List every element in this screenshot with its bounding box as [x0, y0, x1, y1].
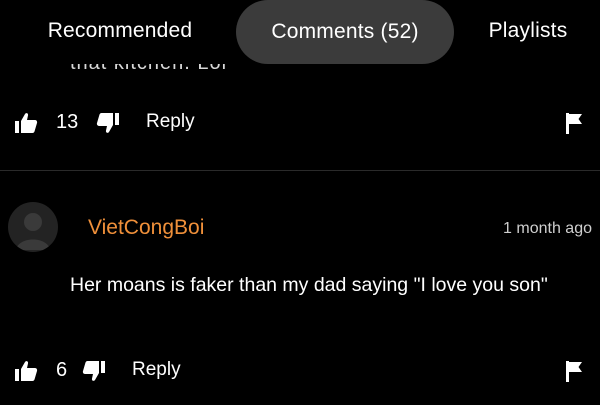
reply-button[interactable]: Reply [132, 359, 181, 381]
like-count: 13 [56, 111, 79, 133]
avatar[interactable] [8, 202, 58, 252]
tab-bar: Recommended Comments (52) Playlists [0, 0, 600, 64]
comment-username[interactable]: VietCongBoi [88, 216, 204, 240]
reply-button[interactable]: Reply [146, 111, 195, 133]
comment-timestamp: 1 month ago [503, 220, 592, 237]
avatar-icon [16, 213, 50, 250]
like-count: 6 [56, 359, 68, 381]
previous-comment-text: that kitchen. Lol [70, 64, 240, 74]
thumbs-down-icon[interactable] [96, 111, 120, 135]
tab-recommended[interactable]: Recommended [22, 0, 218, 62]
tab-playlists[interactable]: Playlists [468, 0, 588, 62]
comment-divider [0, 170, 600, 171]
comment-actions: 6 Reply [0, 356, 600, 386]
previous-comment-text-content: that kitchen. Lol [70, 64, 240, 74]
thumbs-down-icon[interactable] [82, 359, 106, 383]
comment-text: Her moans is faker than my dad saying "I… [70, 274, 548, 296]
thumbs-up-icon[interactable] [14, 359, 38, 383]
previous-comment-actions: 13 Reply [0, 108, 600, 138]
thumbs-up-icon[interactable] [14, 111, 38, 135]
tab-comments[interactable]: Comments (52) [236, 0, 454, 64]
flag-icon[interactable] [562, 359, 586, 383]
flag-icon[interactable] [562, 111, 586, 135]
